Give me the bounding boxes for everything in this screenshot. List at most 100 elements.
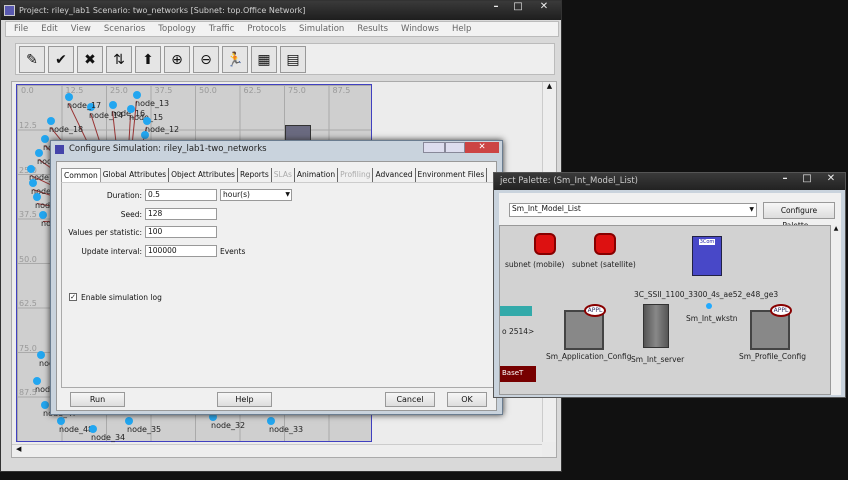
node-icon[interactable] [35,149,43,157]
subnet-mobile-label: subnet (mobile) [505,260,565,269]
hide-show-graphs-icon: ▤ [286,51,300,68]
unzoom-button[interactable]: ⊖ [193,46,219,73]
node-icon[interactable] [47,117,55,125]
check-link-consistency-button[interactable]: ✔ [48,46,74,73]
configure-simulation-dialog: Configure Simulation: riley_lab1-two_net… [50,140,503,415]
dialog-minimize-button[interactable] [423,142,445,153]
node-label: node_32 [211,421,246,430]
menu-protocols[interactable]: Protocols [247,22,286,36]
tab-advanced[interactable]: Advanced [373,168,416,182]
grid-x-tick: 37.5 [154,86,173,95]
main-title-bar: Project: riley_lab1 Scenario: two_networ… [1,1,561,20]
node-icon[interactable] [133,91,141,99]
menu-topology[interactable]: Topology [158,22,196,36]
node-icon[interactable] [33,193,41,201]
palette-scrollbar[interactable]: ▲ [831,225,841,395]
node-icon[interactable] [29,179,37,187]
tab-animation[interactable]: Animation [295,168,339,182]
configure-palette-button[interactable]: Configure Palette... [763,202,835,230]
enable-log-checkbox[interactable]: ✓ [69,293,77,301]
recover-node-button[interactable]: ⇅ [106,46,132,73]
partial-2514-label: o 2514> [502,327,535,336]
dialog-title: Configure Simulation: riley_lab1-two_net… [69,144,267,154]
menu-results[interactable]: Results [357,22,388,36]
tab-object-attributes[interactable]: Object Attributes [169,168,238,182]
menu-simulation[interactable]: Simulation [299,22,344,36]
dialog-close-button[interactable]: ✕ [465,142,499,153]
close-button[interactable]: ✕ [533,1,555,14]
node-icon[interactable] [33,377,41,385]
horizontal-scrollbar[interactable]: ◀ [12,444,542,457]
run-button[interactable]: Run [70,392,125,407]
zoom-button[interactable]: ⊕ [164,46,190,73]
enable-log-label: Enable simulation log [81,293,162,302]
maximize-button[interactable]: □ [507,1,529,14]
dialog-title-bar: Configure Simulation: riley_lab1-two_net… [51,141,502,158]
switch-icon[interactable]: 3Com [692,236,722,276]
menu-file[interactable]: File [14,22,28,36]
seed-input[interactable]: 128 [145,208,217,220]
tab-global-attributes[interactable]: Global Attributes [101,168,170,182]
profile-config-label: Sm_Profile_Config [739,352,806,361]
menu-traffic[interactable]: Traffic [209,22,235,36]
node-icon[interactable] [41,401,49,409]
zoom-icon: ⊕ [171,51,183,68]
subnet-satellite-icon[interactable] [594,233,616,255]
node-icon[interactable] [27,165,35,173]
tab-slas[interactable]: SLAs [272,168,295,182]
grid-y-tick: 37.5 [19,210,37,219]
tab-reports[interactable]: Reports [238,168,272,182]
duration-unit-select[interactable]: hour(s) ▼ [220,189,292,201]
tab-bar: Common Global Attributes Object Attributes… [61,168,488,182]
tab-profiling[interactable]: Profiling [338,168,374,182]
palette-close-button[interactable]: ✕ [820,173,842,186]
node-icon[interactable] [41,135,49,143]
ok-button[interactable]: OK [447,392,487,407]
server-icon[interactable] [643,304,669,348]
node-icon[interactable] [143,117,151,125]
workstation-icon[interactable] [706,303,712,309]
help-button[interactable]: Help [217,392,272,407]
values-per-statistic-label: Values per statistic: [68,228,142,237]
update-interval-input[interactable]: 100000 [145,245,217,257]
node-icon[interactable] [109,101,117,109]
minimize-button[interactable]: – [485,1,507,14]
view-results-button[interactable]: ▦ [251,46,277,73]
grid-x-tick: 25.0 [110,86,128,95]
dialog-maximize-button[interactable] [445,142,465,153]
grid-y-tick: 50.0 [19,254,37,264]
menu-view[interactable]: View [71,22,91,36]
node-icon[interactable] [141,131,149,139]
tab-common[interactable]: Common [61,168,101,182]
duration-input[interactable]: 0.5 [145,189,217,201]
menu-bar: File Edit View Scenarios Topology Traffic Prot… [5,21,559,37]
node-icon[interactable] [267,417,275,425]
hide-show-graphs-button[interactable]: ▤ [280,46,306,73]
open-object-palette-button[interactable]: ✎ [19,46,45,73]
tab-environment-files[interactable]: Environment Files [416,168,488,182]
node-icon[interactable] [89,425,97,433]
node-icon[interactable] [65,93,73,101]
app-icon [4,5,15,16]
menu-windows[interactable]: Windows [401,22,439,36]
subnet-satellite-label: subnet (satellite) [572,260,636,269]
cancel-button[interactable]: Cancel [385,392,435,407]
node-icon[interactable] [37,351,45,359]
configure-run-simulation-button[interactable]: 🏃 [222,46,248,73]
menu-scenarios[interactable]: Scenarios [104,22,145,36]
subnet-mobile-icon[interactable] [534,233,556,255]
model-list-select[interactable]: Sm_Int_Model_List ▼ [509,203,757,217]
palette-minimize-button[interactable]: – [774,173,796,186]
fail-node-button[interactable]: ✖ [77,46,103,73]
palette-maximize-button[interactable]: □ [796,173,818,186]
grid-x-tick: 87.5 [332,86,351,95]
values-per-statistic-input[interactable]: 100 [145,226,217,238]
node-icon[interactable] [39,211,47,219]
link-baset-icon[interactable]: BaseT [500,366,536,382]
return-to-parent-subnet-button[interactable]: ⬆ [135,46,161,73]
node-icon[interactable] [57,417,65,425]
node-icon[interactable] [125,417,133,425]
menu-edit[interactable]: Edit [41,22,57,36]
hub-icon[interactable] [500,306,532,316]
menu-help[interactable]: Help [452,22,471,36]
